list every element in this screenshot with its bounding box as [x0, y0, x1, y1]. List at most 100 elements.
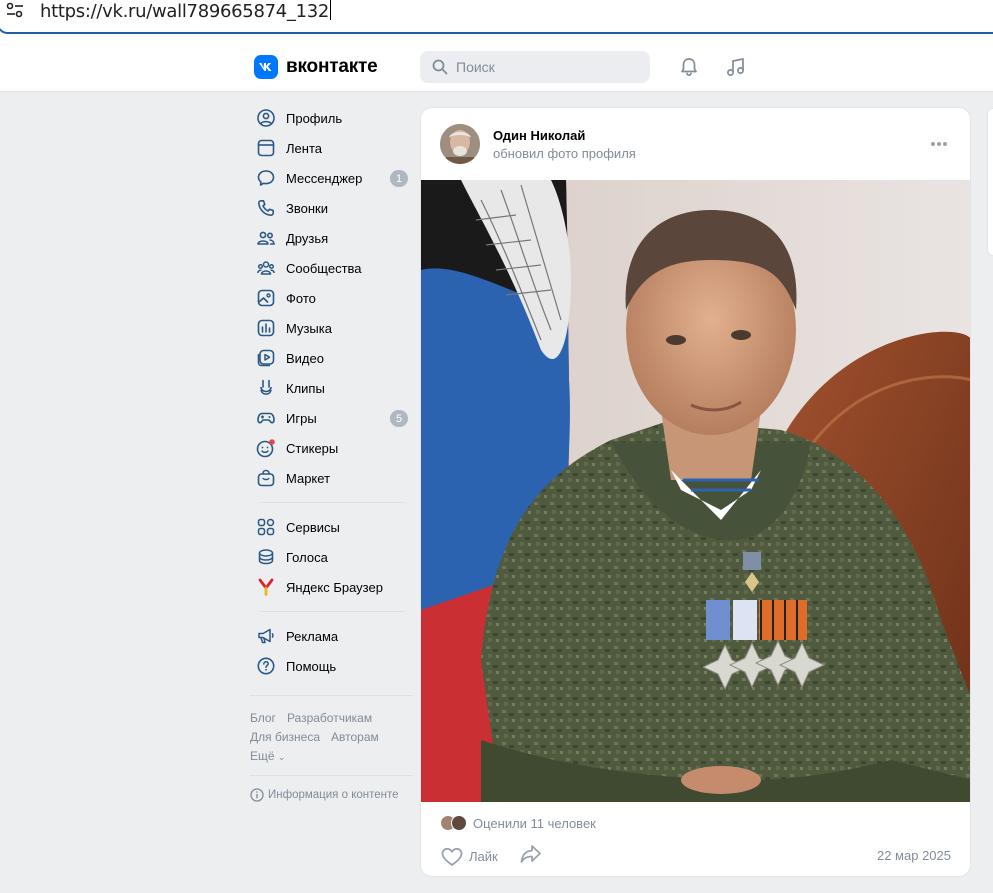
vk-header: вконтакте [0, 42, 993, 92]
address-bar[interactable]: https://vk.ru/wall789665874_132 [0, 0, 993, 34]
footer-link-blog[interactable]: Блог [250, 711, 276, 725]
bell-icon[interactable] [678, 56, 700, 78]
search-box[interactable] [420, 51, 650, 83]
nav-item-games[interactable]: Игры 5 [250, 403, 415, 433]
nav-label: Маркет [286, 470, 331, 486]
nav-label: Игры [286, 410, 317, 426]
post-card: Один Николай обновил фото профиля Оценил… [420, 107, 971, 877]
search-input[interactable] [456, 59, 636, 75]
nav-label: Друзья [286, 230, 329, 246]
nav-label: Видео [286, 350, 324, 366]
user-circle-icon [256, 108, 276, 128]
nav-label: Клипы [286, 380, 325, 396]
nav-item-communities[interactable]: Сообщества [250, 253, 415, 283]
nav-label: Сервисы [286, 519, 340, 535]
nav-item-votes[interactable]: Голоса [250, 542, 415, 572]
nav-item-help[interactable]: Помощь [250, 651, 415, 681]
nav-item-feed[interactable]: Лента [250, 133, 415, 163]
browser-toolbar: https://vk.ru/wall789665874_132 [0, 0, 993, 42]
share-icon [520, 845, 541, 863]
ads-icon [256, 626, 276, 646]
post-photo[interactable] [421, 180, 970, 802]
nav-label: Стикеры [286, 440, 339, 456]
nav-item-profile[interactable]: Профиль [250, 103, 415, 133]
footer-link-more[interactable]: Ещё ⌄ [250, 749, 285, 763]
post-actions: Лайк [441, 844, 542, 869]
music-icon [256, 318, 276, 338]
clips-icon [256, 378, 276, 398]
chevron-down-icon: ⌄ [277, 751, 286, 762]
post-date[interactable]: 22 мар 2025 [877, 848, 951, 863]
photo-icon [256, 288, 276, 308]
nav-item-clips[interactable]: Клипы [250, 373, 415, 403]
friends-icon [256, 228, 276, 248]
footer-divider [250, 775, 413, 776]
nav-item-services[interactable]: Сервисы [250, 512, 415, 542]
nav-item-friends[interactable]: Друзья [250, 223, 415, 253]
like-button[interactable]: Лайк [441, 847, 498, 867]
nav-label: Реклама [286, 628, 339, 644]
vk-logo[interactable]: вконтакте [254, 55, 378, 79]
footer-divider [250, 695, 413, 696]
vk-logo-text: вконтакте [286, 56, 378, 77]
nav-item-music[interactable]: Музыка [250, 313, 415, 343]
nav-divider [260, 502, 405, 503]
footer-link-authors[interactable]: Авторам [331, 730, 379, 744]
post-header: Один Николай обновил фото профиля [421, 108, 970, 180]
nav-label: Мессенджер [286, 170, 363, 186]
nav-label: Сообщества [286, 260, 362, 276]
messenger-badge: 1 [390, 170, 408, 187]
liker-avatar [451, 815, 467, 831]
nav-item-yandex-browser[interactable]: Яндекс Браузер [250, 572, 415, 602]
nav-item-market[interactable]: Маркет [250, 463, 415, 493]
yandex-browser-icon [256, 577, 276, 597]
help-icon [256, 656, 276, 676]
post-author[interactable]: Один Николай [493, 128, 585, 143]
phone-icon [256, 198, 276, 218]
services-icon [256, 517, 276, 537]
chat-icon [256, 168, 276, 188]
nav-item-stickers[interactable]: Стикеры [250, 433, 415, 463]
likes-summary[interactable]: Оценили 11 человек [440, 815, 596, 831]
stickers-icon [256, 438, 276, 458]
video-icon [256, 348, 276, 368]
url-text[interactable]: https://vk.ru/wall789665874_132 [40, 0, 332, 22]
nav-item-messenger[interactable]: Мессенджер 1 [250, 163, 415, 193]
nav-label: Лента [286, 140, 322, 156]
nav-item-ads[interactable]: Реклама [250, 621, 415, 651]
nav-divider [260, 611, 405, 612]
games-badge: 5 [390, 410, 408, 427]
games-icon [256, 408, 276, 428]
nav-label: Звонки [286, 200, 328, 216]
nav-label: Музыка [286, 320, 332, 336]
nav-label: Профиль [286, 110, 343, 126]
left-nav: Профиль Лента Мессенджер 1 Звонки Друзья… [250, 103, 415, 802]
market-icon [256, 468, 276, 488]
footer-links: Блог Разработчикам Для бизнеса Авторам Е… [250, 708, 415, 765]
nav-item-photos[interactable]: Фото [250, 283, 415, 313]
heart-icon [441, 847, 463, 866]
site-settings-icon[interactable] [6, 2, 24, 18]
nav-label: Фото [286, 290, 316, 306]
feed-icon [256, 138, 276, 158]
search-icon [432, 59, 448, 75]
footer-link-developers[interactable]: Разработчикам [287, 711, 372, 725]
likes-count-text: Оценили 11 человек [473, 815, 596, 831]
right-panel-edge [987, 108, 993, 256]
nav-label: Яндекс Браузер [286, 579, 383, 595]
vk-logo-icon [254, 55, 278, 79]
votes-icon [256, 547, 276, 567]
music-note-icon[interactable] [725, 56, 747, 78]
content-info-link[interactable]: Информация о контенте [250, 788, 415, 802]
share-button[interactable] [520, 844, 542, 869]
more-options-icon[interactable] [928, 134, 950, 154]
communities-icon [256, 258, 276, 278]
nav-label: Помощь [286, 658, 337, 674]
author-avatar[interactable] [440, 124, 480, 164]
post-action: обновил фото профиля [493, 146, 636, 161]
nav-item-video[interactable]: Видео [250, 343, 415, 373]
footer-link-business[interactable]: Для бизнеса [250, 730, 320, 744]
info-icon [250, 788, 264, 802]
nav-label: Голоса [286, 549, 328, 565]
nav-item-calls[interactable]: Звонки [250, 193, 415, 223]
